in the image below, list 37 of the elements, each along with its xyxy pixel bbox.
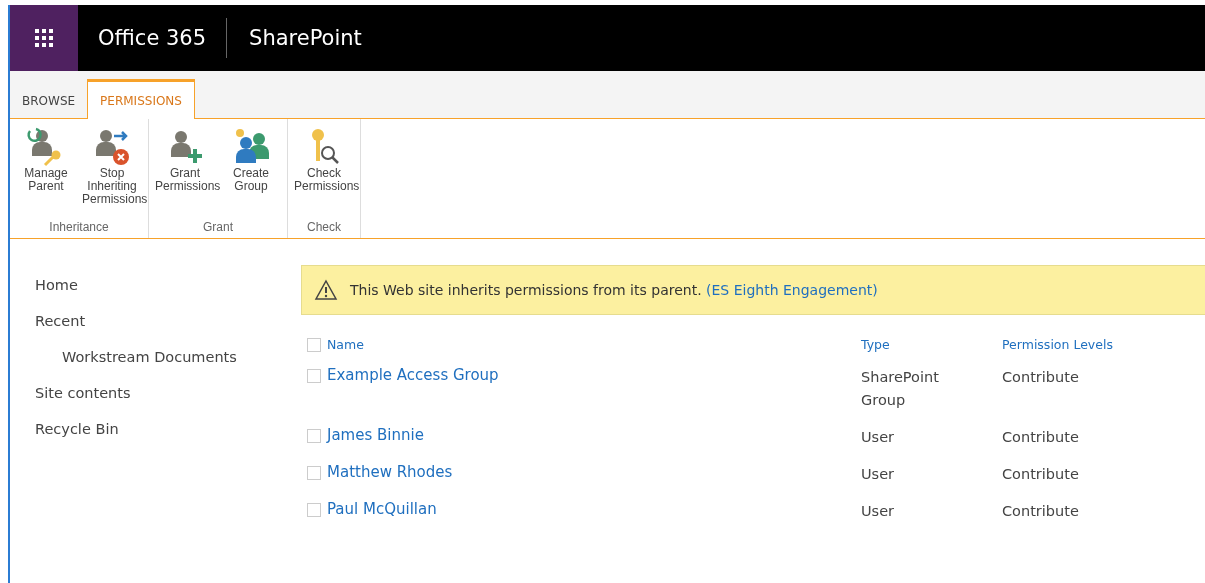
warning-icon: [314, 279, 338, 301]
brand-title[interactable]: Office 365: [78, 18, 228, 58]
row-checkbox[interactable]: [307, 466, 321, 480]
notice-text: This Web site inherits permissions from its parent. (ES Eighth Engagement): [350, 282, 878, 298]
permission-cell-text: Contribute: [1002, 502, 1080, 521]
select-all-checkbox[interactable]: [307, 338, 321, 352]
column-header[interactable]: Type: [861, 337, 890, 352]
column-header[interactable]: Name: [327, 337, 364, 352]
type-cell-text: User: [861, 502, 896, 521]
ribbon-tab[interactable]: BROWSE: [10, 83, 88, 119]
row-checkbox[interactable]: [307, 429, 321, 443]
group-label: Inheritance: [48, 220, 110, 236]
parent-link[interactable]: (ES Eighth Engagement): [706, 282, 878, 298]
name-link[interactable]: James Binnie: [327, 426, 424, 444]
name-link[interactable]: Paul McQuillan: [327, 500, 437, 518]
permission-cell-text: Contribute: [1002, 368, 1080, 387]
nav-link[interactable]: Recycle Bin: [35, 411, 301, 447]
name-link[interactable]: Example Access Group: [327, 366, 499, 384]
nav-link[interactable]: Home: [35, 267, 301, 303]
nav-link[interactable]: Workstream Documents: [35, 339, 301, 375]
permission-cell-text: Contribute: [1002, 465, 1080, 484]
app-launcher-icon[interactable]: [10, 5, 78, 71]
app-title[interactable]: SharePoint: [227, 26, 362, 50]
nav-link[interactable]: Site contents: [35, 375, 301, 411]
type-cell-text: SharePoint Group: [861, 368, 940, 410]
nav-link[interactable]: Recent: [35, 303, 301, 339]
type-cell-text: User: [861, 428, 896, 447]
group-label: Grant: [202, 220, 234, 236]
column-header[interactable]: Permission Levels: [1002, 337, 1113, 352]
type-cell-text: User: [861, 465, 896, 484]
ribbon-button[interactable]: Manage Parent: [14, 127, 78, 220]
permission-cell-text: Contribute: [1002, 428, 1080, 447]
group-label: Check: [306, 220, 342, 236]
row-checkbox[interactable]: [307, 369, 321, 383]
row-checkbox[interactable]: [307, 503, 321, 517]
ribbon-button[interactable]: Create Group: [219, 127, 283, 220]
name-link[interactable]: Matthew Rhodes: [327, 463, 453, 481]
